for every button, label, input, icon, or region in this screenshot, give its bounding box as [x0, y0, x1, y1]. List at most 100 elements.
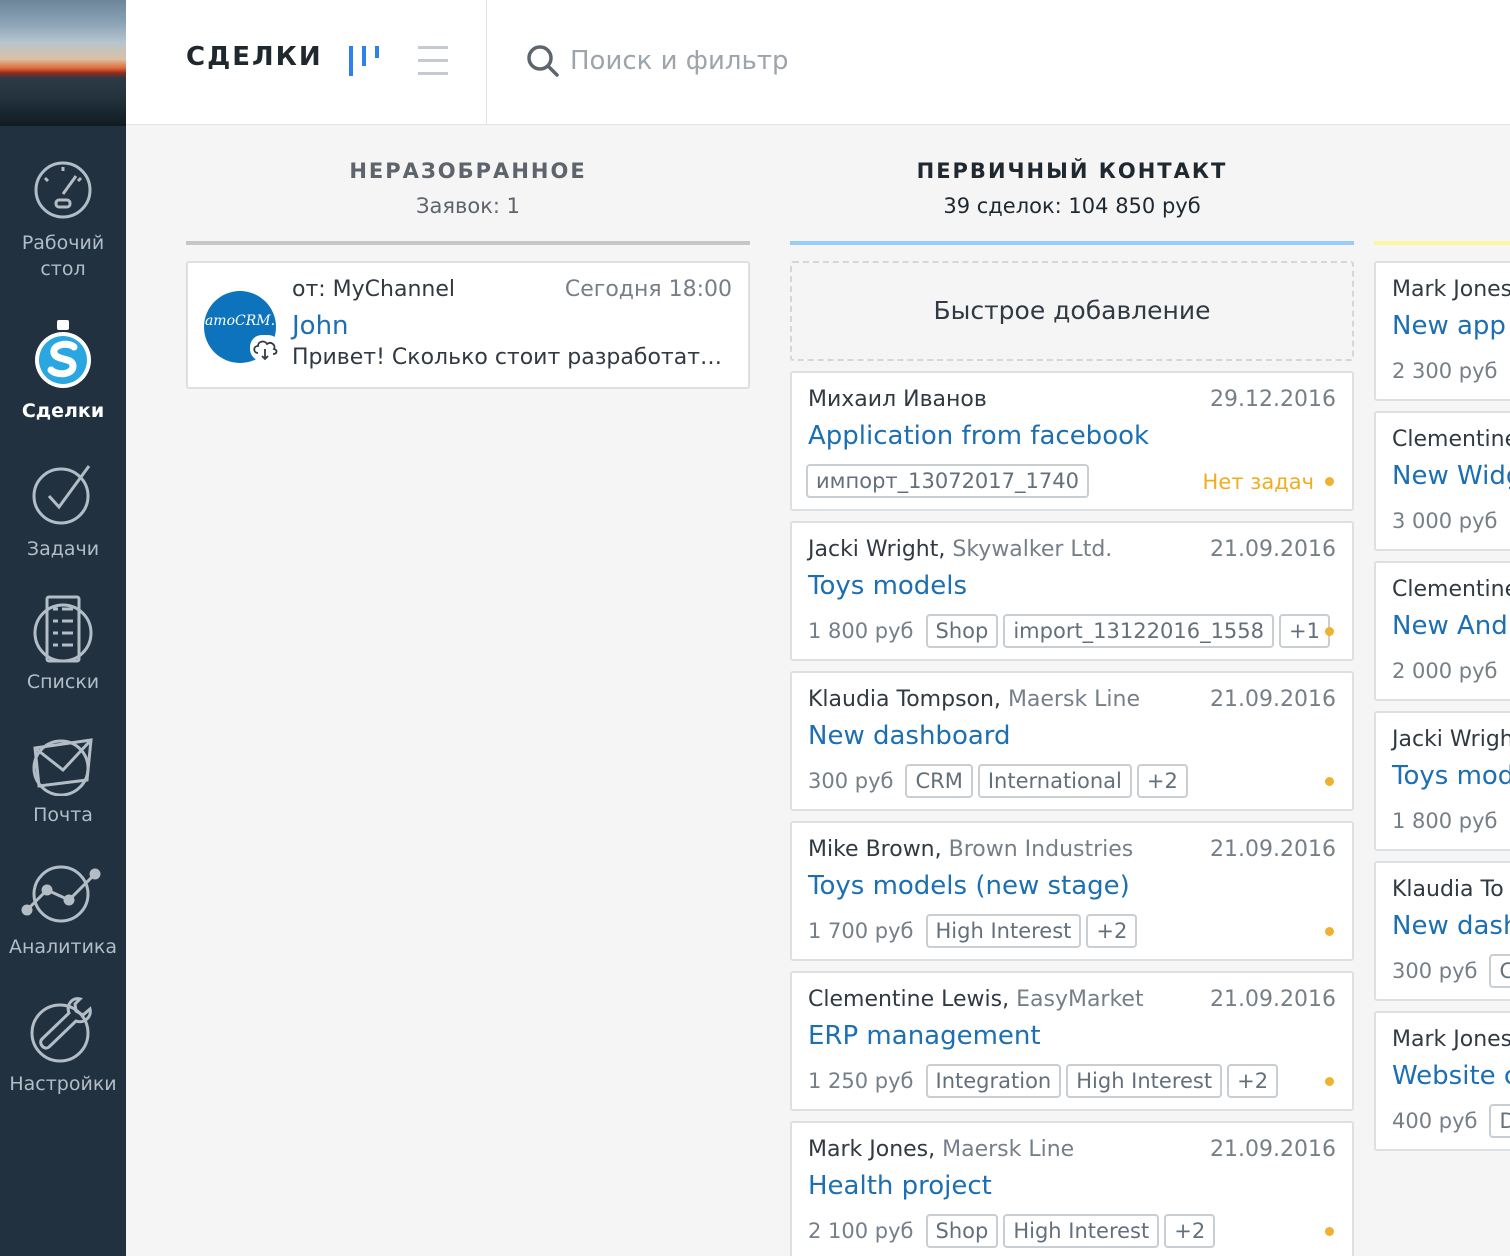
deal-tag[interactable]: import_13122016_1558	[1003, 614, 1275, 648]
nav-dashboard-label-1: Рабочий	[21, 232, 105, 254]
incoming-contact-name[interactable]: John	[292, 309, 349, 343]
nav-mail[interactable]: Почта	[0, 736, 126, 828]
nav-dashboard[interactable]: Рабочий стол	[0, 160, 126, 282]
deal-date: 21.09.2016	[1210, 1137, 1336, 1162]
deal-tag[interactable]: High Interest	[1003, 1214, 1160, 1248]
deal-title-link[interactable]: Toys models (new stage)	[808, 869, 1130, 903]
lists-icon	[33, 595, 93, 663]
deal-card[interactable]: Михаил Иванов 29.12.2016 Application fro…	[790, 371, 1354, 511]
nav-tasks[interactable]: Задачи	[0, 462, 126, 562]
deal-tag[interactable]: Shop	[925, 614, 999, 648]
deal-meta: 3 000 руб	[1390, 503, 1510, 539]
deal-date: 21.09.2016	[1210, 837, 1336, 862]
no-tasks-status: Нет задач	[1202, 470, 1314, 494]
deal-meta: 400 руб D	[1390, 1103, 1510, 1139]
deal-title-link[interactable]: New Widg	[1392, 459, 1510, 493]
deal-contact: Clementine Lewis, EasyMarket	[808, 985, 1144, 1015]
deal-meta: 300 руб C	[1390, 953, 1510, 989]
header-divider	[486, 0, 487, 125]
deal-title-link[interactable]: ERP management	[808, 1019, 1041, 1053]
deal-tag[interactable]: High Interest	[1066, 1064, 1223, 1098]
column-incoming-header: НЕРАЗОБРАННОЕ Заявок: 1	[186, 156, 750, 221]
deal-title-link[interactable]: New dashboard	[808, 719, 1011, 753]
pipeline-view-icon[interactable]	[348, 44, 382, 78]
more-tags-badge[interactable]: +2	[1227, 1064, 1279, 1098]
deal-meta: импорт_13072017_1740	[806, 463, 1094, 499]
more-tags-badge[interactable]: +1	[1279, 614, 1330, 648]
nav-settings[interactable]: Настройки	[0, 995, 126, 1097]
task-status-dot	[1325, 1227, 1334, 1236]
quick-add-button[interactable]: Быстрое добавление	[790, 261, 1354, 361]
deal-price: 1 800 руб	[1392, 809, 1498, 833]
incoming-source: от: MyChannel	[292, 277, 456, 302]
deal-card[interactable]: Clementine New Andr 2 000 руб	[1374, 561, 1510, 701]
contact-name: Mike Brown,	[808, 837, 942, 862]
deal-tag[interactable]: C	[1489, 954, 1510, 988]
deal-contact: Klaudia Tompson, Maersk Line	[808, 685, 1140, 715]
deal-card[interactable]: Jacki Wrigh Toys mod 1 800 руб	[1374, 711, 1510, 851]
tasks-check-icon	[32, 465, 91, 525]
nav-mail-label: Почта	[33, 804, 93, 826]
nav-settings-label: Настройки	[9, 1073, 117, 1095]
deal-meta: 1 700 руб High Interest +2	[806, 913, 1142, 949]
mail-envelope-icon	[32, 738, 93, 796]
deal-tag[interactable]: D	[1489, 1104, 1510, 1138]
nav-analytics[interactable]: Аналитика	[0, 864, 126, 960]
deal-title-link[interactable]: Health project	[808, 1169, 992, 1203]
contact-name: Mark Jones,	[808, 1137, 936, 1162]
deal-card[interactable]: Clementine Lewis, EasyMarket 21.09.2016 …	[790, 971, 1354, 1111]
deal-tag[interactable]: CRM	[905, 764, 973, 798]
deal-card[interactable]: Mike Brown, Brown Industries 21.09.2016 …	[790, 821, 1354, 961]
deal-tag[interactable]: импорт_13072017_1740	[806, 464, 1089, 498]
deal-title-link[interactable]: Website c	[1392, 1059, 1510, 1093]
contact-name: Jacki Wrigh	[1392, 727, 1510, 752]
deal-title-link[interactable]: New Andr	[1392, 609, 1510, 643]
deal-title-link[interactable]: New app	[1392, 309, 1506, 343]
deal-tag[interactable]: Shop	[925, 1214, 999, 1248]
column-next-status-bar	[1374, 241, 1510, 245]
task-status-dot	[1325, 1077, 1334, 1086]
deal-card[interactable]: Mark Jones, Maersk Line 21.09.2016 Healt…	[790, 1121, 1354, 1256]
deal-card[interactable]: Clementine New Widg 3 000 руб	[1374, 411, 1510, 551]
deal-price: 1 700 руб	[808, 919, 914, 943]
deal-card[interactable]: Jacki Wright, Skywalker Ltd. 21.09.2016 …	[790, 521, 1354, 661]
list-view-icon[interactable]	[416, 44, 450, 78]
deal-title-link[interactable]: Application from facebook	[808, 419, 1149, 453]
task-status-dot	[1325, 627, 1334, 636]
incoming-lead-card[interactable]: amoCRM. от: MyChannel Сегодня 18:00 John…	[186, 261, 750, 389]
deal-meta: 2 300 руб	[1390, 353, 1510, 389]
column-subtitle: Заявок: 1	[416, 194, 520, 218]
account-avatar[interactable]	[0, 0, 126, 126]
deal-card[interactable]: Mark Jones New app 2 300 руб	[1374, 261, 1510, 401]
deal-contact: Михаил Иванов	[808, 385, 987, 415]
contact-name: Mark Jones	[1392, 277, 1510, 302]
deal-meta: 2 100 руб Shop High Interest +2	[806, 1213, 1220, 1249]
more-tags-badge[interactable]: +2	[1164, 1214, 1216, 1248]
more-tags-badge[interactable]: +2	[1136, 764, 1188, 798]
page-title: СДЕЛКИ	[186, 42, 323, 72]
deal-card[interactable]: Mark Jones Website c 400 руб D	[1374, 1011, 1510, 1151]
more-tags-badge[interactable]: +2	[1086, 914, 1138, 948]
deal-tag[interactable]: Integration	[925, 1064, 1062, 1098]
deal-card[interactable]: Klaudia Tompson, Maersk Line 21.09.2016 …	[790, 671, 1354, 811]
deal-tag[interactable]: High Interest	[925, 914, 1082, 948]
deal-tag[interactable]: International	[977, 764, 1132, 798]
deal-meta: 1 800 руб Shop import_13122016_1558 +1	[806, 613, 1335, 649]
nav-lists[interactable]: Списки	[0, 595, 126, 695]
deal-contact: Mark Jones, Maersk Line	[808, 1135, 1074, 1165]
deal-title-link[interactable]: Toys models	[808, 569, 967, 603]
search-input[interactable]	[570, 38, 1370, 84]
deal-title-link[interactable]: New dash	[1392, 909, 1510, 943]
deal-meta: 1 800 руб	[1390, 803, 1510, 839]
column-incoming-status-bar	[186, 241, 750, 245]
company-name: Brown Industries	[948, 837, 1134, 862]
incoming-message: Привет! Сколько стоит разработать сайт?	[292, 345, 732, 370]
deal-title-link[interactable]: Toys mod	[1392, 759, 1510, 793]
deal-price: 1 800 руб	[808, 619, 914, 643]
deal-card[interactable]: Klaudia To New dash 300 руб C	[1374, 861, 1510, 1001]
column-subtitle: 39 сделок: 104 850 руб	[943, 194, 1201, 218]
dashboard-gauge-icon	[34, 161, 92, 219]
deal-date: 21.09.2016	[1210, 537, 1336, 562]
nav-deals[interactable]: Сделки	[0, 320, 126, 424]
task-status-dot	[1325, 477, 1334, 486]
